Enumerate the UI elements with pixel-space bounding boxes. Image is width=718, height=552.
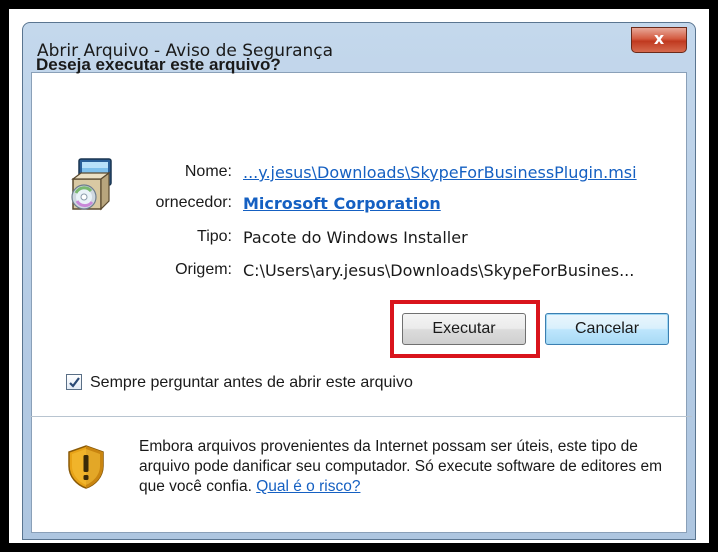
publisher-label: ornecedor: xyxy=(155,194,233,211)
cancel-button[interactable]: Cancelar xyxy=(545,313,669,345)
close-button[interactable]: x xyxy=(631,27,687,53)
dialog-question: Deseja executar este arquivo? xyxy=(36,55,281,74)
always-ask-label[interactable]: Sempre perguntar antes de abrir este arq… xyxy=(90,374,413,392)
type-value: Pacote do Windows Installer xyxy=(243,228,468,247)
section-divider xyxy=(30,416,692,417)
run-button[interactable]: Executar xyxy=(402,313,526,345)
security-warning-shield-icon xyxy=(66,444,106,495)
security-warning-text: Embora arquivos provenientes da Internet… xyxy=(139,437,684,497)
always-ask-checkbox[interactable] xyxy=(66,374,82,390)
checkmark-icon xyxy=(69,377,80,388)
file-name-link[interactable]: ...y.jesus\Downloads\SkypeForBusinessPlu… xyxy=(243,163,637,182)
name-label: Nome: xyxy=(184,163,232,180)
what-is-the-risk-link[interactable]: Qual é o risco? xyxy=(256,478,360,495)
origin-label: Origem: xyxy=(175,261,232,278)
close-icon: x xyxy=(653,29,665,48)
warning-message: Embora arquivos provenientes da Internet… xyxy=(139,438,663,495)
type-label: Tipo: xyxy=(197,228,232,245)
origin-value: C:\Users\ary.jesus\Downloads\SkypeForBus… xyxy=(243,261,635,280)
publisher-link[interactable]: Microsoft Corporation xyxy=(243,194,441,213)
